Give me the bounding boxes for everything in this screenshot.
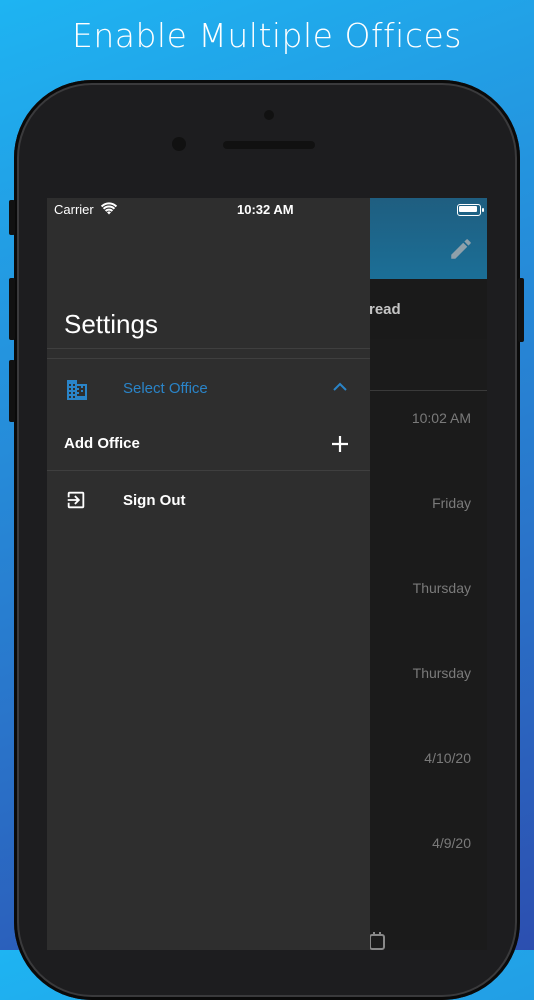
side-button-volume-up <box>9 278 15 340</box>
side-button-top <box>9 200 15 235</box>
earpiece-speaker <box>223 141 315 149</box>
add-office-label[interactable]: Add Office <box>64 435 140 452</box>
title-separator-2 <box>47 358 370 359</box>
message-time: Thursday <box>412 665 471 681</box>
sign-out-label[interactable]: Sign Out <box>123 492 186 509</box>
tab-unread[interactable]: read <box>369 301 401 318</box>
carrier-label: Carrier <box>54 202 94 217</box>
office-building-icon <box>67 380 87 400</box>
status-time: 10:32 AM <box>237 202 294 217</box>
title-separator <box>47 348 370 349</box>
front-camera <box>172 137 186 151</box>
message-time: 10:02 AM <box>411 410 471 426</box>
edit-icon[interactable] <box>448 236 474 262</box>
calendar-icon[interactable] <box>369 932 385 950</box>
message-time: 4/9/20 <box>432 835 471 851</box>
settings-drawer: Carrier 10:32 AM Settings Select Office … <box>47 198 370 950</box>
screen: read 10:02 AM Friday Thursday Thursday 4… <box>47 198 487 950</box>
select-office-row[interactable] <box>47 363 370 413</box>
side-button-volume-down <box>9 360 15 422</box>
sign-out-icon <box>67 491 85 509</box>
plus-icon[interactable] <box>331 435 349 453</box>
battery-icon <box>457 204 484 216</box>
drawer-title: Settings <box>64 309 158 339</box>
select-office-label[interactable]: Select Office <box>123 380 208 397</box>
sign-out-row[interactable] <box>47 476 370 526</box>
wifi-icon <box>101 202 117 215</box>
proximity-sensor <box>264 110 274 120</box>
message-time: 4/10/20 <box>424 750 471 766</box>
chevron-up-icon[interactable] <box>333 382 347 392</box>
menu-separator <box>47 470 370 471</box>
headline: Enable Multiple Offices <box>72 16 462 55</box>
list-divider <box>369 390 487 391</box>
side-button-power <box>518 278 524 342</box>
message-time: Friday <box>432 495 471 511</box>
message-time: Thursday <box>412 580 471 596</box>
